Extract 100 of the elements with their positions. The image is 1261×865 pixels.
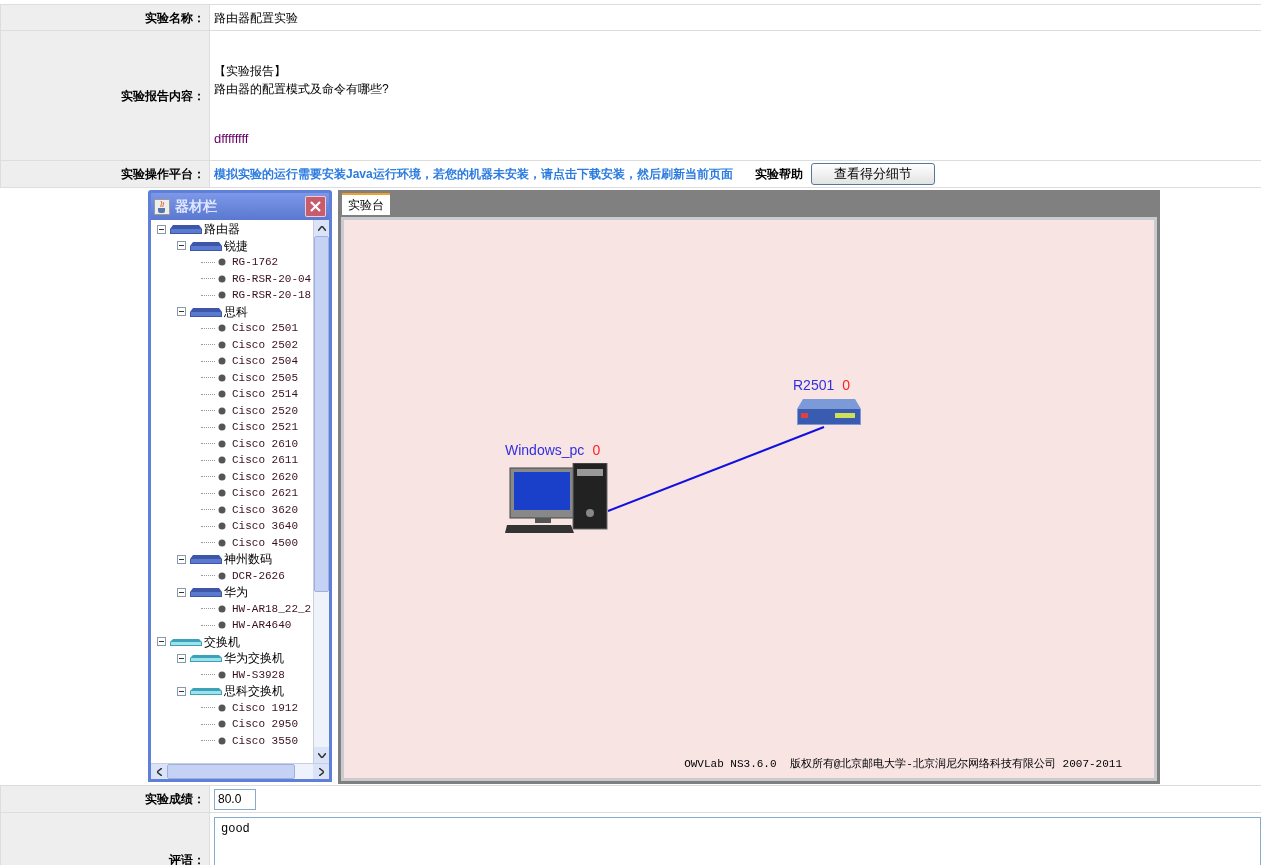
java-notice-link[interactable]: 模拟实验的运行需要安装Java运行环境，若您的机器未安装，请点击下载安装，然后刷新当前页面: [214, 165, 733, 183]
tree-item[interactable]: 华为交换机: [224, 649, 284, 668]
scroll-up-button[interactable]: [314, 220, 329, 236]
tree-item[interactable]: Cisco 2520: [232, 402, 298, 419]
tree-item[interactable]: 华为: [224, 583, 248, 602]
tree-item[interactable]: Cisco 2501: [232, 320, 298, 337]
bullet-icon: [218, 274, 226, 283]
bullet-icon: [218, 291, 226, 300]
collapse-toggle-icon[interactable]: [177, 653, 186, 663]
tree-item[interactable]: Cisco 2504: [232, 353, 298, 370]
vertical-scrollbar[interactable]: [313, 220, 329, 763]
bullet-icon: [218, 670, 226, 679]
collapse-toggle-icon[interactable]: [177, 554, 186, 564]
scroll-right-button[interactable]: [313, 764, 329, 779]
tree-item[interactable]: Cisco 2620: [232, 468, 298, 485]
window-title: 器材栏: [175, 197, 218, 216]
caret-down-icon: [317, 752, 326, 758]
tree-item[interactable]: RG-RSR-20-04: [232, 270, 312, 287]
field-value: 路由器配置实验: [214, 9, 298, 27]
tree-item[interactable]: Cisco 2502: [232, 336, 298, 353]
tree-item[interactable]: Cisco 2621: [232, 485, 298, 502]
tree-item[interactable]: Cisco 2521: [232, 419, 298, 436]
tree-item[interactable]: HW-S3928: [232, 666, 285, 683]
router-icon: [190, 240, 222, 251]
bullet-icon: [218, 357, 226, 366]
tree-item[interactable]: Cisco 2505: [232, 369, 298, 386]
bullet-icon: [218, 423, 226, 432]
scroll-thumb[interactable]: [314, 236, 329, 592]
bullet-icon: [218, 604, 226, 613]
tree-item[interactable]: Cisco 3550: [232, 732, 298, 749]
bullet-icon: [218, 439, 226, 448]
caret-up-icon: [317, 225, 326, 231]
bullet-icon: [218, 703, 226, 712]
bullet-icon: [218, 489, 226, 498]
router-icon: [190, 587, 222, 598]
tree-item[interactable]: 思科: [224, 302, 248, 321]
tree-item[interactable]: Cisco 2610: [232, 435, 298, 452]
bullet-icon: [218, 258, 226, 267]
tree-item[interactable]: DCR-2626: [232, 567, 285, 584]
tree-item[interactable]: Cisco 3640: [232, 518, 298, 535]
caret-right-icon: [318, 767, 324, 776]
tree-item[interactable]: 交换机: [204, 632, 240, 651]
tree-item[interactable]: 路由器: [204, 220, 240, 239]
collapse-toggle-icon[interactable]: [177, 241, 186, 251]
tree-item[interactable]: 锐捷: [224, 236, 248, 255]
tree-item[interactable]: 思科交换机: [224, 682, 284, 701]
tree-item[interactable]: HW-AR4640: [232, 617, 292, 634]
router-icon: [170, 224, 202, 235]
collapse-toggle-icon[interactable]: [157, 637, 166, 647]
tree-item[interactable]: RG-1762: [232, 254, 279, 271]
report-heading: 【实验报告】: [214, 63, 287, 80]
device-name: Windows_pc: [505, 441, 585, 459]
bullet-icon: [218, 472, 226, 481]
scroll-down-button[interactable]: [314, 747, 329, 763]
comment-field[interactable]: good: [214, 817, 1261, 865]
close-button[interactable]: [305, 196, 326, 217]
field-label: 实验操作平台：: [121, 166, 205, 183]
scroll-thumb[interactable]: [167, 764, 295, 779]
tree-item[interactable]: Cisco 1912: [232, 699, 298, 716]
tree-item[interactable]: Cisco 3620: [232, 501, 298, 518]
tree-item[interactable]: 神州数码: [224, 550, 272, 569]
collapse-toggle-icon[interactable]: [177, 587, 186, 597]
tree-item[interactable]: RG-RSR-20-18: [232, 287, 312, 304]
tree-item[interactable]: Cisco 2611: [232, 452, 298, 469]
report-answer: dffffffff: [214, 130, 250, 148]
router-icon: [190, 306, 222, 317]
score-detail-button[interactable]: 查看得分细节: [810, 163, 935, 185]
collapse-toggle-icon[interactable]: [177, 307, 186, 317]
router-icon[interactable]: [797, 398, 861, 426]
caret-left-icon: [156, 767, 162, 776]
router-icon: [190, 554, 222, 565]
tree-item[interactable]: Cisco 4500: [232, 534, 298, 551]
cup-icon: [154, 198, 170, 215]
device-name: R2501: [793, 376, 835, 394]
collapse-toggle-icon[interactable]: [157, 224, 166, 234]
bullet-icon: [218, 505, 226, 514]
horizontal-scrollbar[interactable]: [151, 763, 329, 779]
bullet-icon: [218, 340, 226, 349]
copyright-text: OWVLab NS3.6.0 版权所有@北京邮电大学-北京润尼尔网络科技有限公司 2007-2011: [684, 756, 1122, 772]
field-label: 评语：: [169, 852, 205, 865]
collapse-toggle-icon[interactable]: [177, 686, 186, 696]
bullet-icon: [218, 736, 226, 745]
tree-item[interactable]: HW-AR18_22_2: [232, 600, 312, 617]
switch-icon: [190, 687, 222, 696]
scroll-left-button[interactable]: [151, 764, 167, 779]
field-label: 实验名称：: [145, 9, 205, 27]
device-count: 0: [842, 376, 851, 394]
switch-icon: [170, 637, 202, 646]
field-label: 实验成绩：: [145, 791, 205, 808]
computer-icon[interactable]: [505, 463, 609, 535]
workbench-tab[interactable]: 实验台: [342, 193, 390, 215]
tree-item[interactable]: Cisco 2514: [232, 386, 298, 403]
help-link[interactable]: 实验帮助: [754, 165, 803, 183]
switch-icon: [190, 654, 222, 663]
bullet-icon: [218, 456, 226, 465]
device-count: 0: [592, 441, 601, 459]
bullet-icon: [218, 720, 226, 729]
score-field[interactable]: 80.0: [214, 788, 256, 810]
close-icon: [310, 201, 321, 212]
tree-item[interactable]: Cisco 2950: [232, 716, 298, 733]
